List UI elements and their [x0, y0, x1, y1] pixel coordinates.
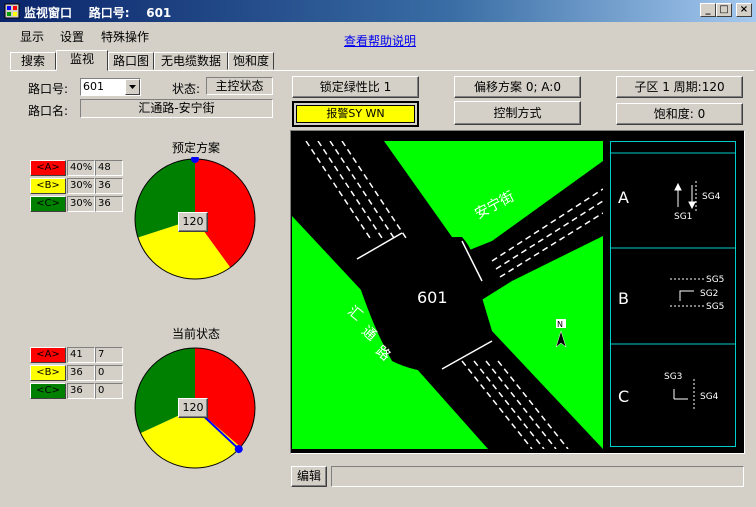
map-junction-id: 601 [417, 288, 448, 307]
menu-display[interactable]: 显示 [20, 28, 44, 45]
tab-junction-map[interactable]: 路口图 [108, 52, 154, 70]
offset-plan-button[interactable]: 偏移方案 0; A:0 [454, 76, 581, 98]
status-label: 状态: [172, 82, 201, 96]
lock-green-ratio-button[interactable]: 锁定绿性比 1 [292, 76, 419, 98]
subzone-cycle-button[interactable]: 子区 1 周期:120 [616, 76, 743, 98]
planned-cycle-center: 120 [178, 212, 208, 232]
alarm-box[interactable]: 报警SY WN [292, 101, 419, 127]
help-link[interactable]: 查看帮助说明 [344, 32, 416, 49]
current-phase-1[interactable]: <B> [30, 365, 66, 381]
phase-diagram: A B C SG1 SG4 SG5 SG2 SG5 SG3 SG4 [610, 141, 736, 447]
phase-b-label: B [618, 289, 629, 308]
current-pct-1: 36 [67, 365, 95, 381]
current-phase-2[interactable]: <C> [30, 383, 66, 399]
phase-b-sg5-top: SG5 [706, 275, 724, 285]
phase-a-label: A [618, 188, 629, 207]
phase-b-sg2: SG2 [700, 289, 718, 299]
planned-phase-0[interactable]: <A> [30, 160, 66, 176]
tab-search[interactable]: 搜索 [10, 52, 56, 70]
menu-settings[interactable]: 设置 [60, 28, 84, 45]
tab-panel-border [10, 70, 754, 71]
current-pct-2: 36 [67, 383, 95, 399]
minimize-button[interactable]: _ [700, 3, 716, 17]
saturation-button[interactable]: 饱和度: 0 [616, 103, 743, 125]
planned-plan-title: 预定方案 [172, 141, 221, 155]
current-pct-0: 41 [67, 347, 95, 363]
control-mode-button[interactable]: 控制方式 [454, 101, 581, 125]
current-val-1: 0 [95, 365, 123, 381]
window-title: 监视窗口 路口号: 601 [24, 6, 172, 20]
phase-c-label: C [618, 387, 629, 406]
phase-b-sg5-bottom: SG5 [706, 302, 724, 312]
current-cycle-center: 120 [178, 398, 208, 418]
junction-number-value: 601 [83, 80, 104, 93]
window-app-icon [4, 3, 20, 19]
phase-a-sg4: SG4 [702, 192, 721, 202]
planned-pct-2: 30% [67, 196, 95, 212]
alarm-indicator: 报警SY WN [296, 105, 415, 123]
maximize-button[interactable]: □ [716, 3, 732, 17]
dropdown-arrow-icon[interactable] [125, 79, 140, 95]
junction-number-select[interactable]: 601 [80, 78, 141, 96]
tab-saturation[interactable]: 饱和度 [228, 52, 274, 70]
planned-phase-1[interactable]: <B> [30, 178, 66, 194]
junction-name-label: 路口名: [28, 104, 69, 118]
tab-monitor[interactable]: 监视 [56, 50, 108, 71]
planned-pct-0: 40% [67, 160, 95, 176]
close-button[interactable]: × [736, 3, 752, 17]
current-val-0: 7 [95, 347, 123, 363]
north-label: N [557, 320, 563, 329]
title-bar: 监视窗口 路口号: 601 _ □ × [0, 0, 756, 22]
planned-phase-2[interactable]: <C> [30, 196, 66, 212]
junction-map[interactable]: 601 安宁街 汇 通 路 N [292, 141, 603, 449]
phase-c-sg3: SG3 [664, 372, 682, 382]
menu-special-ops[interactable]: 特殊操作 [101, 28, 149, 45]
current-val-2: 0 [95, 383, 123, 399]
edit-button[interactable]: 编辑 [291, 466, 327, 487]
edit-field[interactable] [331, 466, 744, 487]
planned-val-1: 36 [95, 178, 123, 194]
status-value: 主控状态 [206, 77, 273, 95]
current-status-title: 当前状态 [172, 327, 221, 341]
phase-a-sg1: SG1 [674, 212, 692, 222]
junction-name-value: 汇通路-安宁街 [80, 99, 273, 118]
planned-val-0: 48 [95, 160, 123, 176]
planned-val-2: 36 [95, 196, 123, 212]
phase-c-sg4: SG4 [700, 392, 719, 402]
current-phase-0[interactable]: <A> [30, 347, 66, 363]
junction-number-label: 路口号: [28, 82, 69, 96]
planned-pct-1: 30% [67, 178, 95, 194]
tab-cableless-data[interactable]: 无电缆数据 [154, 52, 228, 70]
current-pointer-dot [234, 445, 243, 454]
